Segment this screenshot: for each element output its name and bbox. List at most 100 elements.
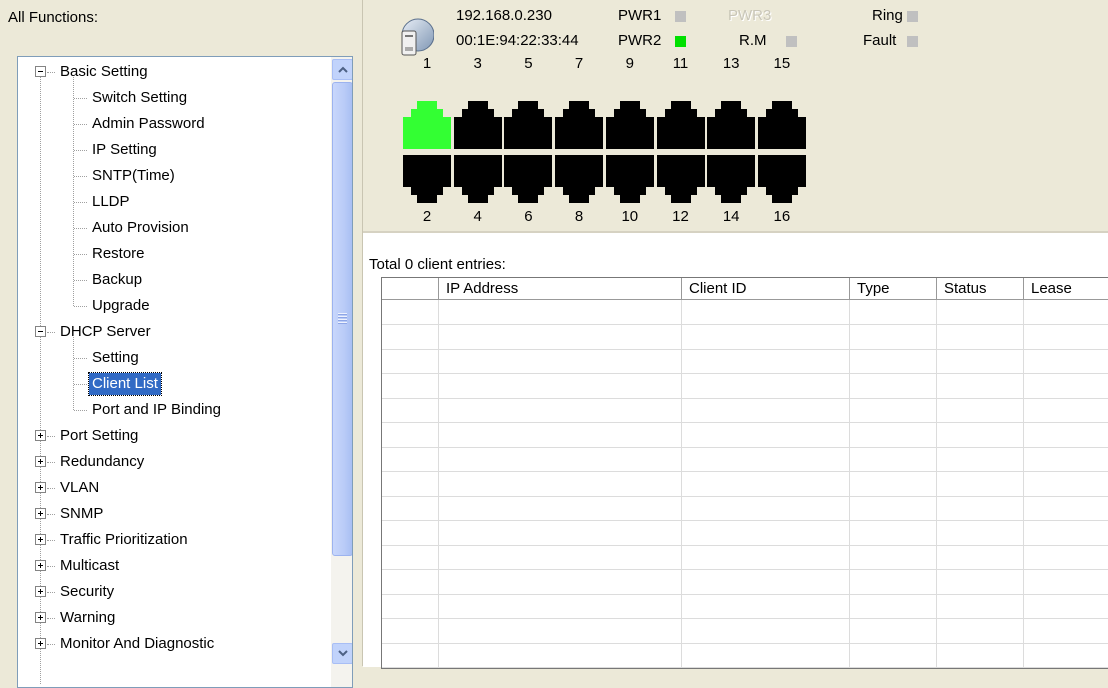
port-number-6: 6 (524, 208, 533, 225)
tree-item-setting[interactable]: Setting (18, 345, 330, 371)
empty-row (382, 667, 1108, 668)
function-panel: All Functions: Basic Setting Switch Setti… (0, 0, 363, 688)
tree-item-admin-password[interactable]: Admin Password (18, 111, 330, 137)
port-number-16: 16 (773, 208, 791, 225)
pwr3-label: PWR3 (728, 7, 772, 24)
expand-icon[interactable] (35, 586, 46, 597)
scroll-up-button[interactable] (332, 59, 352, 80)
port-6[interactable] (504, 155, 553, 203)
collapse-icon[interactable] (35, 326, 46, 337)
rm-label: R.M (739, 32, 767, 49)
tree-item-label: Warning (60, 609, 116, 626)
tree-item-label: Admin Password (92, 115, 205, 132)
tree-item-redundancy[interactable]: Redundancy (18, 449, 330, 475)
column-header-type[interactable]: Type (850, 278, 937, 299)
column-header-status[interactable]: Status (937, 278, 1024, 299)
tree-item-port-setting[interactable]: Port Setting (18, 423, 330, 449)
expand-icon[interactable] (35, 456, 46, 467)
tree-item-sntp-time[interactable]: SNTP(Time) (18, 163, 330, 189)
expand-icon[interactable] (35, 638, 46, 649)
tree-item-client-list[interactable]: Client List (18, 371, 330, 397)
port-5[interactable] (504, 101, 553, 149)
port-number-15: 15 (773, 55, 791, 72)
port-10[interactable] (605, 155, 654, 203)
tree-item-label: Redundancy (60, 453, 145, 470)
device-ip: 192.168.0.230 (456, 7, 552, 24)
tree-item-label: Traffic Prioritization (60, 531, 188, 548)
tree-item-label: IP Setting (92, 141, 157, 158)
tree-item-switch-setting[interactable]: Switch Setting (18, 85, 330, 111)
tree-item-traffic-prioritization[interactable]: Traffic Prioritization (18, 527, 330, 553)
expand-icon[interactable] (35, 612, 46, 623)
scroll-down-button[interactable] (332, 643, 352, 664)
column-header-lease[interactable]: Lease (1024, 278, 1108, 299)
port-1[interactable] (403, 101, 451, 149)
port-7[interactable] (555, 101, 604, 149)
chevron-down-icon (337, 650, 348, 657)
column-header-row-indicator[interactable] (382, 278, 439, 299)
expand-icon[interactable] (35, 508, 46, 519)
fault-led (907, 36, 918, 47)
tree-scrollbar[interactable] (331, 57, 352, 687)
tree-item-vlan[interactable]: VLAN (18, 475, 330, 501)
functions-title: All Functions: (8, 9, 99, 26)
expand-icon[interactable] (35, 560, 46, 571)
port-2[interactable] (403, 155, 451, 203)
tree-item-basic-setting[interactable]: Basic Setting (18, 59, 330, 85)
port-8[interactable] (555, 155, 604, 203)
tree-item-label: Multicast (60, 557, 120, 574)
empty-row (382, 520, 1108, 546)
port-12[interactable] (656, 155, 705, 203)
tree-item-auto-provision[interactable]: Auto Provision (18, 215, 330, 241)
tree-item-label: Monitor And Diagnostic (60, 635, 215, 652)
port-number-14: 14 (722, 208, 740, 225)
port-3[interactable] (453, 101, 502, 149)
port-4[interactable] (453, 155, 502, 203)
chevron-up-icon (337, 66, 348, 73)
tree-item-label: DHCP Server (60, 323, 151, 340)
tree-item-warning[interactable]: Warning (18, 605, 330, 631)
function-tree[interactable]: Basic Setting Switch Setting Admin Passwor… (17, 56, 353, 688)
switch-device-icon (401, 18, 434, 56)
tree-item-ip-setting[interactable]: IP Setting (18, 137, 330, 163)
tree-item-security[interactable]: Security (18, 579, 330, 605)
empty-row (382, 398, 1108, 423)
empty-row (382, 545, 1108, 570)
port-14[interactable] (707, 155, 756, 203)
port-11[interactable] (656, 101, 705, 149)
device-mac: 00:1E:94:22:33:44 (456, 32, 579, 49)
pwr2-led (675, 36, 686, 47)
tree-item-label: SNTP(Time) (92, 167, 175, 184)
tree-item-port-and-ip-binding[interactable]: Port and IP Binding (18, 397, 330, 423)
port-15[interactable] (757, 101, 806, 149)
empty-row (382, 373, 1108, 399)
expand-icon[interactable] (35, 534, 46, 545)
port-9[interactable] (605, 101, 654, 149)
scroll-thumb[interactable] (332, 82, 352, 556)
tree-item-dhcp-server[interactable]: DHCP Server (18, 319, 330, 345)
tree-item-multicast[interactable]: Multicast (18, 553, 330, 579)
pwr1-led (675, 11, 686, 22)
tree-item-lldp[interactable]: LLDP (18, 189, 330, 215)
empty-row (382, 447, 1108, 472)
ring-label: Ring (872, 7, 903, 24)
client-table[interactable]: IP Address Client ID Type Status Lease (381, 277, 1108, 669)
tree-item-label: Basic Setting (60, 63, 148, 80)
port-16[interactable] (757, 155, 806, 203)
empty-row (382, 569, 1108, 595)
tree-item-upgrade[interactable]: Upgrade (18, 293, 330, 319)
expand-icon[interactable] (35, 482, 46, 493)
table-header: IP Address Client ID Type Status Lease (382, 278, 1108, 300)
tree-item-monitor-and-diagnostic[interactable]: Monitor And Diagnostic (18, 631, 330, 657)
empty-row (382, 324, 1108, 350)
expand-icon[interactable] (35, 430, 46, 441)
port-13[interactable] (707, 101, 756, 149)
tree-item-backup[interactable]: Backup (18, 267, 330, 293)
tree-item-snmp[interactable]: SNMP (18, 501, 330, 527)
port-number-11: 11 (672, 55, 689, 72)
column-header-client-id[interactable]: Client ID (682, 278, 850, 299)
collapse-icon[interactable] (35, 66, 46, 77)
column-header-ip-address[interactable]: IP Address (439, 278, 682, 299)
tree-item-restore[interactable]: Restore (18, 241, 330, 267)
main-panel: 192.168.0.230 00:1E:94:22:33:44 PWR1 PWR… (363, 0, 1108, 669)
